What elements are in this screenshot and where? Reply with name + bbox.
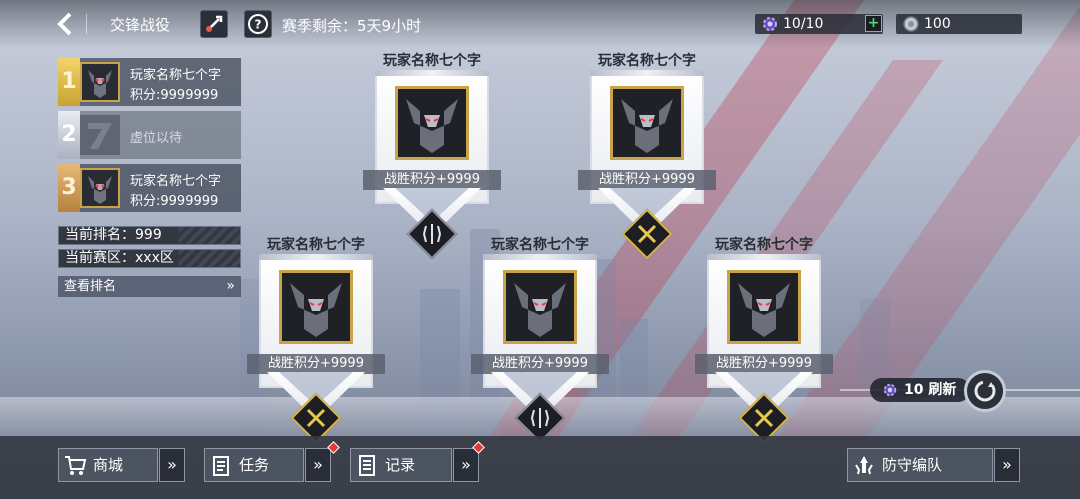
shield-badge-icon <box>422 224 442 244</box>
defense-formation-button[interactable]: 防守编队 <box>847 448 993 482</box>
opponent-portrait <box>279 270 353 344</box>
tasks-button[interactable]: 任务 <box>204 448 304 482</box>
player-score: 积分:9999999 <box>130 88 219 103</box>
card-top-bar <box>375 70 489 76</box>
cart-icon <box>65 456 87 475</box>
card-top-bar <box>483 254 597 260</box>
mech-squad-icon <box>855 456 873 475</box>
refresh-cost: 10 刷新 <box>870 378 970 402</box>
tasks-chevron-button[interactable]: » <box>305 448 331 482</box>
opponent-name: 玩家名称七个字 <box>598 53 696 69</box>
swords-badge-icon <box>306 408 326 428</box>
refresh-icon <box>974 380 996 402</box>
mech-portrait-icon <box>82 64 118 100</box>
energy-value: 10/10 <box>783 16 824 32</box>
rank-number: 3 <box>58 164 80 212</box>
divider <box>86 14 87 34</box>
rank-number: 2 <box>58 111 80 159</box>
opponent-card[interactable]: 战胜积分+9999 <box>695 254 833 444</box>
defense-label: 防守编队 <box>882 456 943 474</box>
empty-avatar <box>80 115 120 155</box>
energy-gear-icon <box>763 17 777 31</box>
defense-chevron-button[interactable]: » <box>994 448 1020 482</box>
rank-item-3[interactable]: 3 玩家名称七个字 积分:9999999 <box>58 164 241 212</box>
records-label: 记录 <box>385 456 416 474</box>
shield-badge-icon <box>530 408 550 428</box>
mech-portrait-icon <box>82 170 118 206</box>
swords-badge-icon <box>754 408 774 428</box>
coin-icon <box>903 16 919 32</box>
card-top-bar <box>259 254 373 260</box>
records-chevron-button[interactable]: » <box>453 448 479 482</box>
energy-counter: 10/10 <box>755 14 883 34</box>
rank-number: 1 <box>58 58 80 106</box>
help-icon: ? <box>248 14 268 34</box>
avatar <box>80 62 120 102</box>
refresh-label: 10 刷新 <box>904 382 957 398</box>
opponent-card[interactable]: 战胜积分+9999 <box>471 254 609 444</box>
rocket-button[interactable] <box>200 10 228 38</box>
refresh-button[interactable] <box>964 370 1006 412</box>
reward-label: 战胜积分+9999 <box>247 354 385 374</box>
document-icon <box>359 455 375 476</box>
opponent-name: 玩家名称七个字 <box>715 237 813 253</box>
mech-portrait-icon <box>613 89 681 157</box>
currency-counter: 100 <box>896 14 1022 34</box>
season-remaining: 赛季剩余：5天9小时 <box>282 17 422 35</box>
card-top-bar <box>590 70 704 76</box>
double-chevron-icon: » <box>226 278 235 294</box>
back-arrow-icon[interactable] <box>52 10 80 38</box>
placeholder-logo-icon <box>88 123 112 149</box>
reward-label: 战胜积分+9999 <box>363 170 501 190</box>
opponent-portrait <box>503 270 577 344</box>
view-rank-button[interactable]: 查看排名 » <box>58 276 241 297</box>
current-rank: 当前排名：999 <box>58 226 241 245</box>
player-score: 积分:9999999 <box>130 194 219 209</box>
shop-label: 商城 <box>93 456 124 474</box>
current-zone: 当前赛区：xxx区 <box>58 249 241 268</box>
rank-item-2[interactable]: 2 虚位以待 <box>58 111 241 159</box>
rocket-icon <box>206 15 223 32</box>
reward-label: 战胜积分+9999 <box>471 354 609 374</box>
player-name: 玩家名称七个字 <box>130 68 222 83</box>
shop-button[interactable]: 商城 <box>58 448 158 482</box>
card-top-bar <box>707 254 821 260</box>
mech-portrait-icon <box>398 89 466 157</box>
mech-portrait-icon <box>506 273 574 341</box>
mech-portrait-icon <box>730 273 798 341</box>
add-energy-button[interactable]: + <box>865 15 882 32</box>
opponent-card[interactable]: 战胜积分+9999 <box>578 70 716 260</box>
rank-item-1[interactable]: 1 玩家名称七个字 积分:9999999 <box>58 58 241 106</box>
opponent-portrait <box>395 86 469 160</box>
shop-chevron-button[interactable]: » <box>159 448 185 482</box>
reward-label: 战胜积分+9999 <box>695 354 833 374</box>
player-name: 玩家名称七个字 <box>130 174 222 189</box>
page-title: 交锋战役 <box>110 16 171 34</box>
opponent-name: 玩家名称七个字 <box>383 53 481 69</box>
opponent-portrait <box>727 270 801 344</box>
help-button[interactable]: ? <box>244 10 272 38</box>
opponent-card[interactable]: 战胜积分+9999 <box>363 70 501 260</box>
opponent-card[interactable]: 战胜积分+9999 <box>247 254 385 444</box>
opponent-name: 玩家名称七个字 <box>267 237 365 253</box>
swords-badge-icon <box>637 224 657 244</box>
energy-gear-icon <box>883 383 897 397</box>
mech-portrait-icon <box>282 273 350 341</box>
opponent-portrait <box>610 86 684 160</box>
empty-slot-label: 虚位以待 <box>130 131 183 146</box>
svg-text:?: ? <box>255 18 262 32</box>
clipboard-icon <box>213 456 229 476</box>
records-button[interactable]: 记录 <box>350 448 452 482</box>
view-rank-label: 查看排名 <box>64 279 117 294</box>
avatar <box>80 168 120 208</box>
tasks-label: 任务 <box>239 456 270 474</box>
reward-label: 战胜积分+9999 <box>578 170 716 190</box>
currency-value: 100 <box>924 16 951 32</box>
opponent-name: 玩家名称七个字 <box>491 237 589 253</box>
